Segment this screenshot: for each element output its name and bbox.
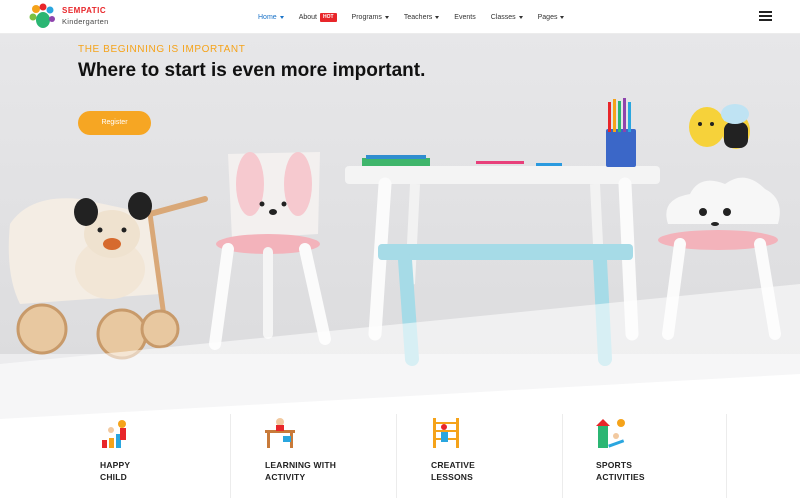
site-logo[interactable]: SEMPATIC Kindergarten: [28, 2, 118, 32]
feature-learning[interactable]: LEARNING WITH ACTIVITY: [243, 412, 393, 500]
chevron-down-icon: [279, 15, 284, 19]
main-nav: Home About HOT Programs Teachers Events C…: [258, 0, 579, 34]
feature-title-line1: SPORTS: [596, 460, 633, 470]
site-header: SEMPATIC Kindergarten Home About HOT Prog…: [0, 0, 800, 34]
feature-happy-child[interactable]: HAPPY CHILD: [78, 412, 228, 500]
chevron-down-icon: [518, 15, 523, 19]
feature-title: CREATIVE LESSONS: [431, 459, 551, 483]
nav-item-label: Teachers: [403, 13, 433, 21]
pencil-cup: [606, 98, 636, 167]
chevron-down-icon: [384, 15, 389, 19]
feature-title-line2: ACTIVITY: [265, 472, 306, 482]
feature-divider: [562, 414, 563, 498]
chevron-down-icon: [435, 15, 440, 19]
nav-item-classes[interactable]: Classes: [491, 14, 523, 21]
toy-bee: [689, 104, 750, 149]
feature-title: SPORTS ACTIVITIES: [596, 459, 716, 483]
nav-item-label: About: [298, 13, 317, 21]
chevron-down-icon: [560, 15, 565, 19]
logo-tagline: Kindergarten: [62, 17, 109, 26]
feature-divider: [230, 414, 231, 498]
hero-eyebrow: THE BEGINNING IS IMPORTANT: [78, 44, 246, 55]
happy-child-icon: [102, 420, 126, 448]
nav-item-label: Programs: [351, 13, 382, 21]
logo-wordmark: SEMPATIC: [62, 6, 107, 15]
feature-title-line2: CHILD: [100, 472, 127, 482]
nav-item-programs[interactable]: Programs: [352, 14, 389, 21]
feature-title-line2: LESSONS: [431, 472, 474, 482]
feature-title-line1: HAPPY: [100, 460, 131, 470]
nav-item-pages[interactable]: Pages: [538, 14, 565, 21]
feature-sports[interactable]: SPORTS ACTIVITIES: [574, 412, 724, 500]
nav-item-label: Home: [258, 13, 277, 21]
hero-headline: Where to start is even more important.: [78, 60, 426, 81]
learning-desk-icon: [265, 418, 295, 448]
features-row: HAPPY CHILD LEARNING WITH ACTIVITY CREAT…: [0, 412, 800, 500]
hamburger-menu-icon[interactable]: [759, 11, 772, 21]
feature-title-line1: LEARNING WITH: [265, 460, 337, 470]
feature-title: LEARNING WITH ACTIVITY: [265, 459, 385, 483]
nav-item-label: Pages: [537, 13, 558, 21]
nav-item-about[interactable]: About HOT: [298, 12, 337, 22]
nav-item-home[interactable]: Home: [258, 14, 284, 21]
nav-item-teachers[interactable]: Teachers: [403, 13, 440, 21]
feature-creative[interactable]: CREATIVE LESSONS: [409, 412, 559, 500]
hand-logo-icon: [29, 3, 55, 28]
sports-playground-icon: [596, 419, 625, 448]
bunny-chair: [209, 152, 331, 350]
nav-item-label: Classes: [490, 13, 516, 21]
feature-title-line1: CREATIVE: [431, 460, 475, 470]
nav-item-events[interactable]: Events: [454, 14, 475, 21]
creative-easel-icon: [433, 418, 459, 448]
register-button[interactable]: Register: [78, 111, 151, 135]
nav-item-label: Events: [454, 13, 476, 21]
feature-divider: [396, 414, 397, 498]
feature-title: HAPPY CHILD: [100, 459, 220, 483]
feature-divider: [726, 414, 727, 498]
hot-badge: HOT: [319, 12, 337, 22]
feature-title-line2: ACTIVITIES: [596, 472, 645, 482]
